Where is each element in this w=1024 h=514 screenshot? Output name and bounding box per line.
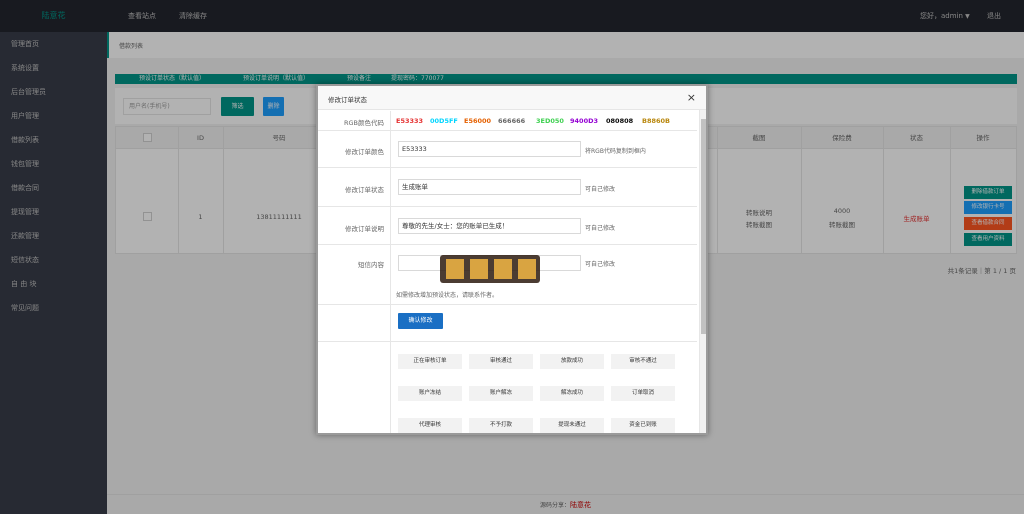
preset-button[interactable]: 不予打款 [469,418,533,433]
desc-hint: 可自己修改 [585,225,616,232]
sms-label: 短信内容 [358,261,384,269]
preset-button[interactable]: 代理审核 [398,418,462,433]
rgb-code: 080808 [606,117,634,125]
preset-button[interactable]: 放款成功 [540,354,604,369]
rgb-label: RGB颜色代码 [343,119,384,127]
preset-area: 正在审核订单 审核通过 放款成功 审核不通过 账户冻结 账户解冻 解冻成功 订单… [318,342,697,433]
color-hint: 将RGB代码复制到框内 [585,148,646,155]
rgb-code: 9400D3 [570,117,599,125]
preset-button[interactable]: 审核不通过 [611,354,675,369]
desc-label: 修改订单说明 [345,225,384,233]
rgb-code: E53333 [396,117,424,125]
confirm-button[interactable]: 确认修改 [398,313,443,329]
status-hint: 可自己修改 [585,186,616,193]
preset-button[interactable]: 正在审核订单 [398,354,462,369]
rgb-code: E56000 [464,117,492,125]
status-input[interactable]: 生成账单 [398,179,581,195]
close-icon[interactable]: × [687,91,696,104]
preset-button[interactable]: 提现未通过 [540,418,604,433]
desc-row: 修改订单说明 尊敬的先生/女士：您的账单已生成！ 可自己修改 [318,207,697,245]
desc-input[interactable]: 尊敬的先生/女士：您的账单已生成！ [398,218,581,234]
modal-scrollbar[interactable] [699,110,706,433]
edit-status-modal: 修改订单状态 × RGB颜色代码 E53333 00D5FF E56000 66… [316,84,708,435]
status-row: 修改订单状态 生成账单 可自己修改 [318,168,697,207]
rgb-code: 666666 [498,117,526,125]
modal-header: 修改订单状态 × [318,86,706,110]
scrollbar-thumb[interactable] [701,119,706,334]
color-input[interactable]: E53333 [398,141,581,157]
preset-button[interactable]: 订单取消 [611,386,675,401]
modal-body: RGB颜色代码 E53333 00D5FF E56000 666666 3ED0… [318,111,706,433]
preset-button[interactable]: 账户解冻 [469,386,533,401]
color-label: 修改订单颜色 [345,148,384,156]
preset-button[interactable]: 资金已到账 [611,418,675,433]
contact-note: 如需修改增加预设状态，请联系作者。 [396,292,499,299]
preset-button[interactable]: 审核通过 [469,354,533,369]
color-row: 修改订单颜色 E53333 将RGB代码复制到框内 [318,131,697,168]
rgb-code: 3ED050 [536,117,564,125]
rgb-code: 00D5FF [430,117,458,125]
status-label: 修改订单状态 [345,186,384,194]
sms-hint: 可自己修改 [585,261,616,268]
rgb-code: B8860B [642,117,670,125]
confirm-row: 确认修改 [318,305,697,342]
watermark-logo [440,255,540,283]
rgb-row: RGB颜色代码 E53333 00D5FF E56000 666666 3ED0… [318,111,697,131]
preset-button[interactable]: 账户冻结 [398,386,462,401]
modal-title: 修改订单状态 [328,96,367,104]
preset-button[interactable]: 解冻成功 [540,386,604,401]
